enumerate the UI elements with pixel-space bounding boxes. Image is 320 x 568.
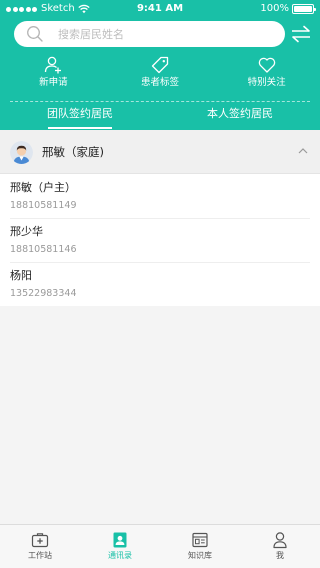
member-phone: 13522983344	[10, 288, 77, 299]
member-name: 邢少华	[10, 225, 43, 238]
tab-label: 通讯录	[108, 551, 132, 560]
patient-tag-button[interactable]: 患者标签	[107, 56, 214, 96]
member-phone: 18810581149	[10, 200, 77, 211]
tab-team-residents[interactable]: 团队签约居民	[0, 104, 160, 130]
member-name: 杨阳	[10, 269, 32, 282]
tab-knowledge-base[interactable]: 知识库	[160, 525, 240, 568]
header: Sketch 9:41 AM 100% 搜索居民姓名 新申请 患者标签 特别关注…	[0, 0, 320, 130]
add-user-icon	[45, 56, 62, 74]
tab-label: 我	[276, 551, 284, 560]
member-phone: 18810581146	[10, 244, 77, 255]
new-application-button[interactable]: 新申请	[0, 56, 107, 96]
person-icon	[273, 532, 287, 549]
member-name: 邢敏（户主）	[10, 181, 76, 194]
tab-me[interactable]: 我	[240, 525, 320, 568]
tag-icon	[151, 56, 169, 74]
chevron-up-icon[interactable]	[298, 147, 308, 155]
list-item[interactable]: 邢敏（户主） 18810581149	[0, 174, 320, 218]
tab-label: 知识库	[188, 551, 212, 560]
contacts-icon	[113, 532, 127, 548]
search-icon	[27, 26, 43, 42]
search-input[interactable]	[58, 25, 278, 43]
tab-my-residents[interactable]: 本人签约居民	[160, 104, 320, 130]
tab-contacts[interactable]: 通讯录	[80, 525, 160, 568]
list-item[interactable]: 邢少华 18810581146	[0, 218, 320, 262]
member-list: 邢敏（户主） 18810581149 邢少华 18810581146 杨阳 13…	[0, 174, 320, 306]
screen: Sketch 9:41 AM 100% 搜索居民姓名 新申请 患者标签 特别关注…	[0, 0, 320, 568]
quick-action-label: 特别关注	[247, 77, 286, 88]
tab-label: 工作站	[28, 551, 52, 560]
switch-icon[interactable]	[291, 25, 311, 43]
quick-action-label: 患者标签	[140, 77, 179, 88]
bottom-tab-bar: 工作站 通讯录 知识库 我	[0, 524, 320, 568]
heart-icon	[258, 57, 275, 73]
quick-action-label: 新申请	[39, 77, 68, 88]
list-item[interactable]: 杨阳 13522983344	[0, 262, 320, 306]
battery-icon	[292, 4, 316, 14]
family-group-header[interactable]: 邢敏（家庭)	[0, 130, 320, 174]
medical-kit-icon	[31, 533, 49, 548]
tab-workstation[interactable]: 工作站	[0, 525, 80, 568]
knowledge-icon	[192, 532, 208, 548]
header-divider	[10, 101, 310, 102]
search-bar[interactable]	[14, 21, 285, 47]
battery-percent: 100%	[260, 3, 289, 14]
avatar	[10, 141, 33, 164]
status-right: 100%	[260, 3, 316, 15]
special-attention-button[interactable]: 特别关注	[213, 56, 320, 96]
tabs: 团队签约居民 本人签约居民	[0, 104, 320, 130]
status-bar: Sketch 9:41 AM 100%	[0, 0, 320, 18]
group-title: 邢敏（家庭)	[42, 145, 104, 159]
quick-actions: 新申请 患者标签 特别关注	[0, 56, 320, 96]
